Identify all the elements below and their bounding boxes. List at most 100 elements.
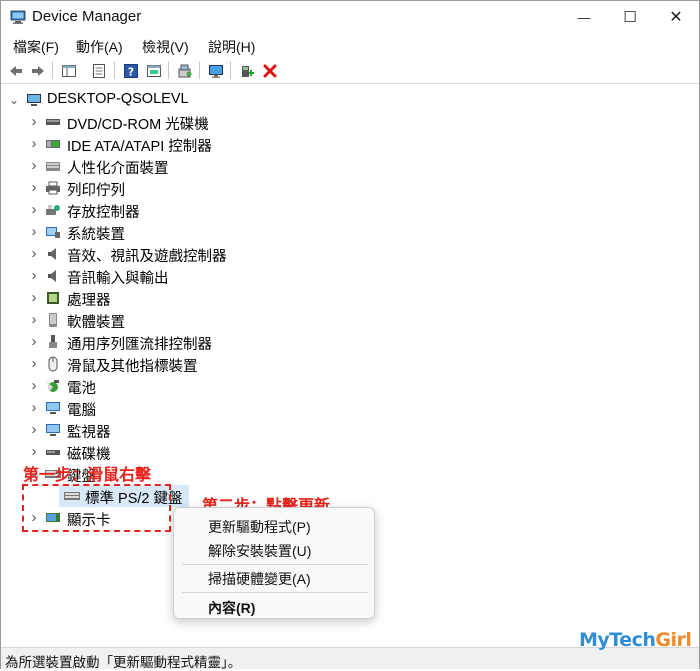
tree-category[interactable]: › 電腦 [1, 397, 301, 420]
chevron-right-icon[interactable]: › [28, 201, 40, 218]
annotation-box-step1 [22, 484, 171, 532]
console-tree-button[interactable] [59, 61, 78, 80]
help-icon: ? [123, 63, 138, 78]
chevron-right-icon[interactable]: › [28, 311, 40, 328]
scan-hardware-icon [178, 64, 191, 77]
disk-drive-icon [46, 450, 60, 455]
close-icon: ✕ [669, 9, 683, 26]
ctx-uninstall-device[interactable]: 解除安裝裝置(U) [208, 541, 311, 561]
hid-icon [46, 162, 60, 171]
tree-item-label: 電池 [67, 381, 96, 397]
tree-item-label: 音效、視訊及遊戲控制器 [67, 249, 227, 265]
tree-category[interactable]: › 磁碟機 [1, 441, 301, 464]
status-text: 為所選裝置啟動「更新驅動程式精靈」。 [5, 655, 242, 670]
chevron-right-icon[interactable]: › [28, 289, 40, 306]
ide-controller-icon [46, 140, 60, 148]
forward-button[interactable] [28, 61, 47, 80]
tree-category[interactable]: › 存放控制器 [1, 199, 301, 222]
tree-root-label: DESKTOP-QSOLEVL [47, 91, 189, 107]
tree-category[interactable]: › 軟體裝置 [1, 309, 301, 332]
tree-root[interactable]: ⌄ DESKTOP-QSOLEVL [1, 89, 301, 111]
tree-item-label: 處理器 [67, 293, 111, 309]
tree-category[interactable]: › 音訊輸入與輸出 [1, 265, 301, 288]
chevron-right-icon[interactable]: › [28, 179, 40, 196]
minimize-icon: — [577, 9, 591, 25]
tree-item-label: 音訊輸入與輸出 [67, 271, 169, 287]
battery-icon [47, 380, 59, 392]
annotation-step1: 第一步：滑鼠右擊 [23, 467, 152, 484]
tree-category[interactable]: › DVD/CD-ROM 光碟機 [1, 111, 301, 134]
show-hide-console-tree-icon [61, 64, 76, 77]
menu-bar: 檔案(F) 動作(A) 檢視(V) 說明(H) [1, 33, 699, 57]
device-manager-window: Device Manager — ☐ ✕ 檔案(F) 動作(A) 檢視(V) 說… [0, 0, 700, 670]
chevron-right-icon[interactable]: › [28, 245, 40, 262]
action-pane-button[interactable] [144, 61, 163, 80]
storage-controller-icon [46, 205, 60, 215]
tree-item-label: IDE ATA/ATAPI 控制器 [67, 139, 212, 155]
chevron-right-icon[interactable]: › [28, 157, 40, 174]
menu-action[interactable]: 動作(A) [76, 37, 123, 57]
chevron-right-icon[interactable]: › [28, 333, 40, 350]
action-pane-icon [146, 64, 161, 77]
add-driver-icon [241, 65, 254, 77]
chevron-right-icon[interactable]: › [28, 223, 40, 240]
ctx-separator [182, 564, 368, 565]
speaker-icon [48, 248, 56, 260]
tree-category[interactable]: › 電池 [1, 375, 301, 398]
menu-help[interactable]: 說明(H) [208, 37, 255, 57]
chevron-right-icon[interactable]: › [28, 377, 40, 394]
chevron-right-icon[interactable]: › [28, 399, 40, 416]
tree-category[interactable]: › 人性化介面裝置 [1, 155, 301, 178]
tree-item-label: 監視器 [67, 425, 111, 441]
processor-icon [47, 292, 59, 304]
menu-file[interactable]: 檔案(F) [13, 37, 59, 57]
tree-item-label: DVD/CD-ROM 光碟機 [67, 117, 209, 133]
tree-category[interactable]: › 系統裝置 [1, 221, 301, 244]
tree-category[interactable]: › 滑鼠及其他指標裝置 [1, 353, 301, 376]
add-driver-button[interactable] [237, 61, 256, 80]
dvd-drive-icon [46, 119, 60, 125]
tree-category[interactable]: › 列印佇列 [1, 177, 301, 200]
chevron-right-icon[interactable]: › [28, 421, 40, 438]
chevron-right-icon[interactable]: › [28, 135, 40, 152]
ctx-separator [182, 592, 368, 593]
window-title: Device Manager [32, 8, 142, 25]
menu-view[interactable]: 檢視(V) [142, 37, 189, 57]
svg-text:?: ? [127, 65, 133, 78]
uninstall-device-icon [263, 64, 276, 77]
uninstall-device-button[interactable] [260, 61, 279, 80]
tree-category[interactable]: › 處理器 [1, 287, 301, 310]
ctx-scan-hardware[interactable]: 掃描硬體變更(A) [208, 569, 311, 589]
tree-item-label: 滑鼠及其他指標裝置 [67, 359, 198, 375]
chevron-right-icon[interactable]: › [28, 113, 40, 130]
tree-item-label: 軟體裝置 [67, 315, 125, 331]
minimize-button[interactable]: — [561, 1, 607, 33]
tree-category[interactable]: › 音效、視訊及遊戲控制器 [1, 243, 301, 266]
watermark-logo: MyTechGirl [579, 629, 692, 651]
display-monitor-icon [208, 64, 223, 78]
tree-item-label: 存放控制器 [67, 205, 140, 221]
ctx-update-driver[interactable]: 更新驅動程式(P) [208, 517, 311, 537]
maximize-button[interactable]: ☐ [607, 1, 653, 33]
computer-root-icon [27, 94, 41, 106]
help-button[interactable]: ? [121, 61, 140, 80]
tree-category[interactable]: › 通用序列匯流排控制器 [1, 331, 301, 354]
chevron-right-icon[interactable]: › [28, 355, 40, 372]
software-device-icon [49, 313, 57, 327]
display-button[interactable] [206, 61, 225, 80]
properties-button[interactable] [89, 61, 108, 80]
tree-category[interactable]: › IDE ATA/ATAPI 控制器 [1, 133, 301, 156]
mouse-icon [48, 356, 58, 372]
chevron-right-icon[interactable]: › [28, 267, 40, 284]
scan-hardware-button[interactable] [175, 61, 194, 80]
tree-item-label: 系統裝置 [67, 227, 125, 243]
chevron-down-icon[interactable]: ⌄ [8, 93, 20, 107]
chevron-right-icon[interactable]: › [28, 443, 40, 460]
close-button[interactable]: ✕ [653, 1, 699, 33]
ctx-properties[interactable]: 內容(R) [208, 598, 255, 618]
context-menu: 更新驅動程式(P) 解除安裝裝置(U) 掃描硬體變更(A) 內容(R) [173, 507, 375, 619]
back-button[interactable] [6, 61, 25, 80]
tree-item-label: 電腦 [67, 403, 96, 419]
tree-category[interactable]: › 監視器 [1, 419, 301, 442]
system-device-icon [46, 227, 60, 238]
